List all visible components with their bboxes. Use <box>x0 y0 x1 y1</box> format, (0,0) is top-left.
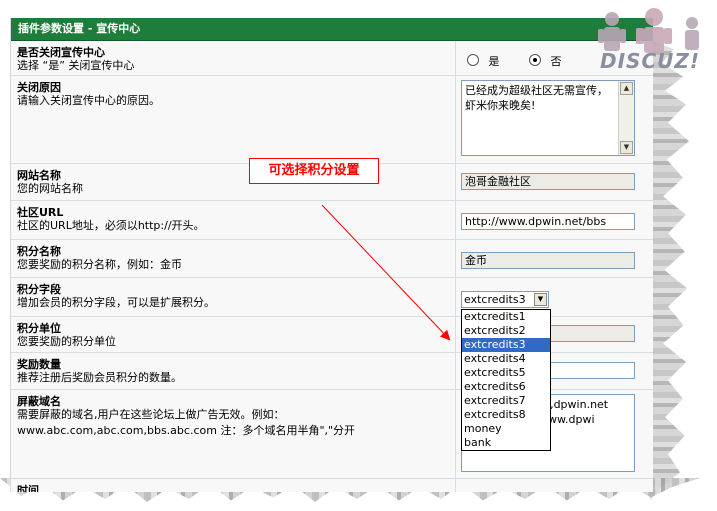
annotation-arrow <box>321 204 451 341</box>
logo-text: DISCUZ! <box>600 49 700 73</box>
